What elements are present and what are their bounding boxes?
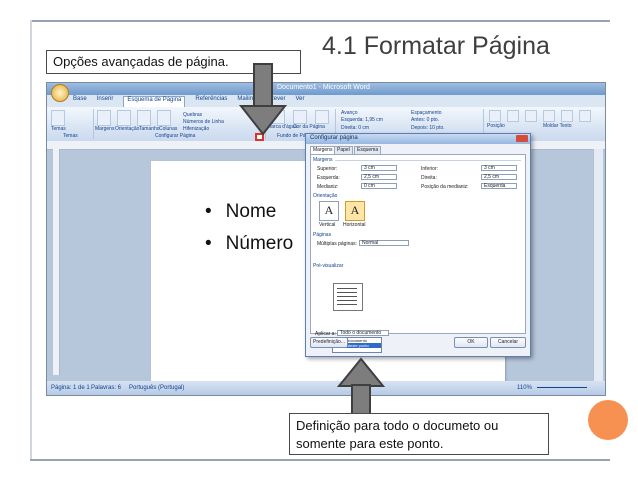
vertical-ruler[interactable] (53, 149, 60, 375)
espacamento-label: Espaçamento (411, 110, 442, 116)
section-divider (335, 160, 521, 161)
dialog-title: Configurar página (310, 135, 358, 141)
section-preview-label: Pré-visualizar (313, 263, 344, 269)
esquerda-label: Esquerda: (317, 175, 340, 181)
margens-label: Margens (95, 126, 115, 132)
dialog-close-icon[interactable] (516, 135, 528, 142)
cor-pagina-label: Cor da Página (293, 124, 325, 130)
office-button-icon[interactable] (51, 84, 69, 102)
esquerda-field[interactable]: 2,5 cm (361, 174, 397, 180)
aplicar-select[interactable]: Todo o documento (337, 330, 389, 336)
vertical-scrollbar[interactable] (593, 149, 603, 381)
dialog-titlebar: Configurar página (306, 134, 530, 144)
slide-title: 4.1 Formatar Página (322, 32, 550, 60)
posicao-medianiz-select[interactable]: Esquerda (481, 183, 517, 189)
arrow-down-to-launcher (238, 63, 288, 136)
callout-apply-scope: Definição para todo o documeto ou soment… (289, 413, 549, 455)
inferior-field[interactable]: 3 cm (481, 165, 517, 171)
multiplas-paginas-select[interactable]: Normal (359, 240, 409, 246)
section-orientation-label: Orientação (313, 193, 338, 199)
superior-label: Superior: (317, 166, 338, 172)
cancel-button[interactable]: Cancelar (490, 337, 526, 348)
bring-front-icon[interactable] (507, 110, 519, 122)
landscape-orientation-icon[interactable]: A (345, 201, 365, 221)
indent-left-field[interactable]: Esquerda: 1,95 cm (341, 117, 383, 123)
multiplas-paginas-label: Múltiplas páginas: (317, 241, 358, 247)
margins-icon[interactable] (97, 110, 111, 126)
wrap-text-icon[interactable] (543, 110, 555, 122)
moldar-texto-label: Moldar Texto (543, 123, 572, 129)
tab-esquema-pagina[interactable]: Esquema de Página (123, 96, 186, 107)
orientacao-label: Orientação (115, 126, 140, 132)
posicao-label: Posição (487, 123, 505, 129)
tab-referencias[interactable]: Referências (195, 96, 227, 107)
page-setup-dialog: Configurar página Margens Papel Esquema … (305, 133, 531, 357)
portrait-orientation-icon[interactable]: A (319, 201, 339, 221)
tab-ver[interactable]: Ver (295, 96, 304, 107)
slide-top-rule (30, 20, 610, 22)
tab-inserir[interactable]: Inserir (97, 96, 114, 107)
predefinicao-button[interactable]: Predefinição... (310, 337, 348, 348)
status-bar: Página: 1 de 1 Palavras: 6 Português (Po… (47, 381, 605, 395)
page-color-icon[interactable] (293, 110, 307, 124)
hifenizacao-button[interactable]: Hifenização (183, 126, 209, 132)
bullet-item-numero: Número (205, 233, 294, 255)
tamanho-label: Tamanho (139, 126, 160, 132)
word-titlebar: Documento1 - Microsoft Word (47, 83, 605, 95)
decorative-orange-dot (588, 400, 628, 440)
status-zoom[interactable]: 110% (517, 385, 532, 391)
orientation-icon[interactable] (117, 110, 131, 126)
direita-field[interactable]: 2,5 cm (481, 174, 517, 180)
word-window: Documento1 - Microsoft Word Base Inserir… (46, 82, 606, 396)
medianiz-label: Medianiz: (317, 184, 339, 190)
indent-right-field[interactable]: Direita: 0 cm (341, 125, 369, 131)
status-language[interactable]: Português (Portugal) (129, 385, 184, 391)
avanco-label: Avanço (341, 110, 358, 116)
preview-thumbnail (333, 283, 363, 311)
vertical-label: Vertical (319, 222, 336, 228)
temas-label: Temas (51, 126, 66, 132)
columns-icon[interactable] (157, 110, 171, 126)
configurar-pagina-group-label: Configurar Página (155, 133, 196, 139)
direita-label: Direita: (421, 175, 437, 181)
arrow-up-to-apply (336, 357, 386, 416)
colunas-label: Colunas (159, 126, 178, 132)
ok-button[interactable]: OK (454, 337, 488, 348)
align-icon[interactable] (561, 110, 573, 122)
page-borders-icon[interactable] (315, 110, 329, 124)
status-words[interactable]: Palavras: 6 (91, 385, 121, 391)
dialog-body: Margens Superior: 3 cm Inferior: 3 cm Es… (310, 154, 526, 337)
inferior-label: Inferior: (421, 166, 438, 172)
numeros-linha-button[interactable]: Números de Linha (183, 119, 224, 125)
posicao-medianiz-label: Posição da medianiz: (421, 184, 469, 190)
section-margins-label: Margens (313, 157, 333, 163)
superior-field[interactable]: 3 cm (361, 165, 397, 171)
slide-bottom-rule (30, 459, 610, 461)
status-page[interactable]: Página: 1 de 1 (51, 385, 90, 391)
size-icon[interactable] (137, 110, 151, 126)
spacing-after-field[interactable]: Depois: 10 pto. (411, 125, 445, 131)
bullet-item-nome: Nome (205, 201, 277, 223)
medianiz-field[interactable]: 0 cm (361, 183, 397, 189)
window-title: Documento1 - Microsoft Word (277, 84, 370, 91)
spacing-before-field[interactable]: Antes: 0 pto. (411, 117, 439, 123)
temas-group-label: Temas (63, 133, 78, 139)
ribbon-group-temas: Temas Temas (49, 109, 94, 139)
position-icon[interactable] (489, 110, 501, 122)
send-back-icon[interactable] (525, 110, 537, 122)
horizontal-label: Horizontal (343, 222, 366, 228)
section-pages-label: Páginas (313, 232, 332, 238)
group-icon[interactable] (579, 110, 591, 122)
quebras-button[interactable]: Quebras (183, 112, 202, 118)
themes-icon[interactable] (51, 110, 65, 126)
slide-left-rule (30, 20, 32, 461)
tab-base[interactable]: Base (73, 96, 87, 107)
zoom-slider[interactable] (537, 387, 587, 388)
